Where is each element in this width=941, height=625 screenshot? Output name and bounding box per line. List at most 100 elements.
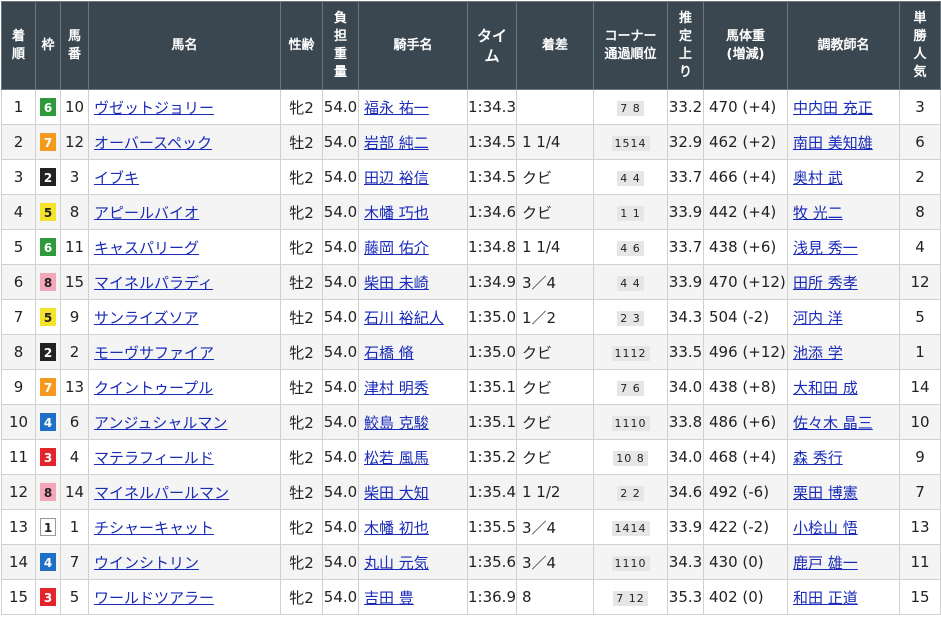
horse-name-link[interactable]: モーヴサファイア [94, 344, 214, 362]
horse-name-link[interactable]: チシャーキャット [94, 519, 214, 537]
cell-weight: 54.0 [322, 509, 359, 545]
jockey-name-link[interactable]: 柴田 未崎 [364, 274, 429, 292]
cell-sex-age: 牝2 [280, 194, 323, 230]
corner-positions: 4 4 [617, 276, 644, 291]
jockey-name-link[interactable]: 松若 風馬 [364, 449, 429, 467]
trainer-name-link[interactable]: 鹿戸 雄一 [793, 554, 858, 572]
header-line: 重 [333, 46, 347, 62]
cell-bodyweight: 470 (+12) [703, 264, 788, 300]
trainer-name-link[interactable]: 栗田 博憲 [793, 484, 858, 502]
cell-trainer: 鹿戸 雄一 [787, 544, 900, 580]
horse-name-link[interactable]: サンライズソア [94, 309, 199, 327]
trainer-name-link[interactable]: 牧 光二 [793, 204, 843, 222]
jockey-name-link[interactable]: 木幡 巧也 [364, 204, 429, 222]
cell-umaban: 1 [60, 509, 89, 545]
cell-time: 1:36.9 [467, 579, 517, 615]
corner-positions: 1112 [611, 346, 650, 361]
table-row: 2 7 12 オーバースペック 牡2 54.0 岩部 純二 1:34.5 1 1/4 1514 32… [1, 124, 941, 160]
jockey-name-link[interactable]: 吉田 豊 [364, 589, 414, 607]
cell-time: 1:34.9 [467, 264, 517, 300]
cell-bodyweight: 462 (+2) [703, 124, 788, 160]
waku-badge: 6 [40, 238, 56, 256]
horse-name-link[interactable]: オーバースペック [94, 134, 212, 152]
trainer-name-link[interactable]: 南田 美知雄 [793, 134, 873, 152]
cell-jockey: 岩部 純二 [358, 124, 468, 160]
header-label: 馬体重 (増減) [726, 28, 765, 64]
trainer-name-link[interactable]: 中内田 充正 [793, 99, 873, 117]
header-line: 調教師名 [817, 37, 870, 53]
jockey-name-link[interactable]: 津村 明秀 [364, 379, 429, 397]
cell-time: 1:34.6 [467, 194, 517, 230]
horse-name-link[interactable]: アピールバイオ [94, 204, 199, 222]
header-line: ム [484, 46, 500, 65]
header-margin: 着差 [516, 1, 594, 90]
cell-jockey: 柴田 未崎 [358, 264, 468, 300]
horse-name-link[interactable]: キャスパリーグ [94, 239, 199, 257]
jockey-name-link[interactable]: 石川 裕紀人 [364, 309, 444, 327]
waku-badge: 7 [40, 133, 56, 151]
horse-name-link[interactable]: マイネルパラディ [94, 274, 213, 292]
cell-trainer: 牧 光二 [787, 194, 900, 230]
cell-weight: 54.0 [322, 369, 359, 405]
jockey-name-link[interactable]: 田辺 裕信 [364, 169, 429, 187]
table-header-row: 着順 枠 馬番 馬名 性齢 負担重量 騎手名 タイム 着差 コーナー 通過順位 推… [1, 1, 941, 90]
cell-horse: ウインシトリン [88, 544, 281, 580]
waku-badge: 1 [40, 518, 56, 536]
table-row: 15 3 5 ワールドツアラー 牝2 54.0 吉田 豊 1:36.9 8 7 12 35.3 402… [1, 579, 941, 615]
cell-corner: 1110 [593, 404, 668, 440]
horse-name-link[interactable]: ワールドツアラー [94, 589, 214, 607]
cell-waku: 7 [35, 124, 61, 160]
cell-corner: 1 1 [593, 194, 668, 230]
cell-horse: マテラフィールド [88, 439, 281, 475]
jockey-name-link[interactable]: 鮫島 克駿 [364, 414, 429, 432]
cell-jockey: 田辺 裕信 [358, 159, 468, 195]
cell-horse: ワールドツアラー [88, 579, 281, 615]
jockey-name-link[interactable]: 岩部 純二 [364, 134, 429, 152]
cell-margin: 8 [516, 579, 594, 615]
header-line: コーナー [604, 28, 657, 44]
corner-positions: 1110 [611, 556, 650, 571]
trainer-name-link[interactable]: 田所 秀孝 [793, 274, 858, 292]
trainer-name-link[interactable]: 浅見 秀一 [793, 239, 858, 257]
trainer-name-link[interactable]: 森 秀行 [793, 449, 843, 467]
trainer-name-link[interactable]: 奥村 武 [793, 169, 843, 187]
cell-trainer: 河内 洋 [787, 299, 900, 335]
cell-weight: 54.0 [322, 439, 359, 475]
cell-horse: マイネルパールマン [88, 474, 281, 510]
cell-time: 1:35.1 [467, 404, 517, 440]
horse-name-link[interactable]: マテラフィールド [94, 449, 214, 467]
horse-name-link[interactable]: アンジュシャルマン [94, 414, 227, 432]
trainer-name-link[interactable]: 佐々木 晶三 [793, 414, 873, 432]
header-line: 人 [913, 46, 927, 62]
table-row: 11 3 4 マテラフィールド 牝2 54.0 松若 風馬 1:35.2 クビ 10 8 34.0 4… [1, 439, 941, 475]
trainer-name-link[interactable]: 河内 洋 [793, 309, 843, 327]
jockey-name-link[interactable]: 石橋 脩 [364, 344, 414, 362]
cell-bodyweight: 422 (-2) [703, 509, 788, 545]
cell-umaban: 10 [60, 89, 89, 125]
trainer-name-link[interactable]: 小桧山 悟 [793, 519, 858, 537]
cell-umaban: 11 [60, 229, 89, 265]
cell-umaban: 4 [60, 439, 89, 475]
header-line: り [678, 64, 692, 80]
horse-name-link[interactable]: ヴゼットジョリー [94, 99, 214, 117]
trainer-name-link[interactable]: 和田 正道 [793, 589, 858, 607]
table-row: 5 6 11 キャスパリーグ 牝2 54.0 藤岡 佑介 1:34.8 1 1/4 4 6 33.7… [1, 229, 941, 265]
cell-bodyweight: 402 (0) [703, 579, 788, 615]
header-pop: 単勝人気 [899, 1, 941, 90]
trainer-name-link[interactable]: 池添 学 [793, 344, 843, 362]
jockey-name-link[interactable]: 福永 祐一 [364, 99, 429, 117]
jockey-name-link[interactable]: 藤岡 佑介 [364, 239, 429, 257]
jockey-name-link[interactable]: 丸山 元気 [364, 554, 429, 572]
cell-time: 1:35.2 [467, 439, 517, 475]
horse-name-link[interactable]: クイントゥープル [94, 379, 213, 397]
horse-name-link[interactable]: マイネルパールマン [94, 484, 229, 502]
jockey-name-link[interactable]: 木幡 初也 [364, 519, 429, 537]
cell-trainer: 田所 秀孝 [787, 264, 900, 300]
horse-name-link[interactable]: イブキ [94, 169, 139, 187]
header-line: 定 [678, 28, 692, 44]
trainer-name-link[interactable]: 大和田 成 [793, 379, 858, 397]
horse-name-link[interactable]: ウインシトリン [94, 554, 199, 572]
waku-badge: 6 [40, 98, 56, 116]
cell-rank: 8 [1, 334, 36, 370]
jockey-name-link[interactable]: 柴田 大知 [364, 484, 429, 502]
